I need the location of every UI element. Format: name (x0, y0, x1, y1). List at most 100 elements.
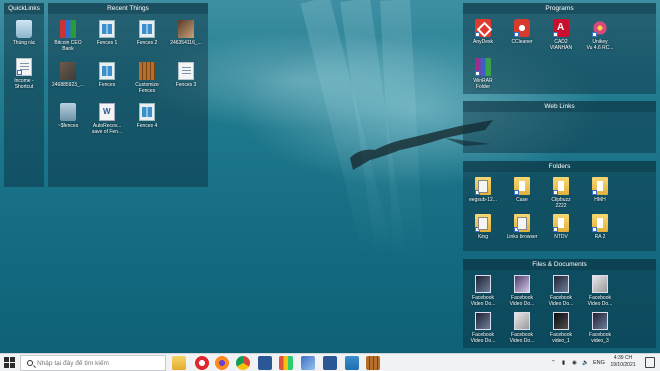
icon-label: VIANHAN (549, 45, 573, 51)
fences-icon (139, 20, 155, 38)
desktop-icon[interactable]: King (464, 214, 502, 240)
shortcut-arrow-icon (592, 32, 597, 37)
document-icon (60, 103, 76, 121)
icon-label: AnyDesk (472, 39, 493, 45)
fences-icon (99, 20, 115, 38)
image-icon (60, 62, 76, 80)
desktop-icon[interactable]: Facebook Video Do... (581, 275, 619, 307)
desktop-icon[interactable]: Links browser (503, 214, 541, 240)
windows-start-icon[interactable] (4, 357, 16, 369)
fence-title: QuickLinks (4, 3, 44, 14)
desktop-icon[interactable]: Facebook video_3 (581, 312, 619, 344)
fence-folders[interactable]: Folders eegsub-12... Case Clipbuzz 2222 … (463, 161, 656, 251)
desktop-icon[interactable]: ~$fences (49, 103, 87, 129)
desktop-icon[interactable]: Fences 1 (88, 20, 126, 46)
shortcut-arrow-icon (553, 227, 558, 232)
firefox-icon[interactable] (215, 356, 229, 370)
fence-programs[interactable]: Programs AnyDesk CCleaner CAD2 VIANHAN U… (463, 3, 656, 94)
desktop-icon[interactable]: WinRAR Folder (464, 58, 502, 90)
desktop-icon[interactable]: 246354116_... (167, 20, 205, 46)
system-clock[interactable]: 4:39 CH 19/10/2021 (606, 355, 640, 369)
desktop-icon[interactable]: Facebook Video Do... (464, 312, 502, 344)
desktop-icon-income-shortcut[interactable]: Income - Shortcut (5, 58, 43, 90)
battery-icon[interactable]: ▮ (562, 354, 565, 371)
folder-doc-icon (475, 177, 491, 195)
fences-taskbar-icon[interactable] (366, 356, 380, 370)
opera-icon[interactable] (195, 356, 209, 370)
chrome-icon[interactable] (236, 356, 250, 370)
icon-label: Video Do... (470, 301, 496, 307)
file-explorer-icon[interactable] (172, 356, 186, 370)
desktop-icon[interactable]: NTDV (542, 214, 580, 240)
desktop-icon[interactable]: Customize Fences (128, 62, 166, 94)
desktop-icon[interactable]: RA 2 (581, 214, 619, 240)
folder-doc-icon (475, 214, 491, 232)
icon-label: Video Do... (587, 301, 613, 307)
desktop-icon[interactable]: Facebook Video Do... (503, 312, 541, 344)
search-icon (27, 360, 33, 366)
folder-icon (592, 214, 608, 232)
folder-icon (553, 214, 569, 232)
icon-label: CCleaner (511, 39, 533, 45)
word-icon[interactable] (323, 356, 337, 370)
calendar-icon[interactable] (345, 356, 359, 370)
language-indicator[interactable]: ENG (593, 354, 605, 371)
network-icon[interactable]: ◉ (572, 354, 577, 371)
desktop-icon[interactable]: Case (503, 177, 541, 203)
desktop-icon[interactable]: Facebook video_1 (542, 312, 580, 344)
video-thumb-icon (553, 275, 569, 293)
shortcut-arrow-icon (475, 71, 480, 76)
fence-recent-things[interactable]: Recent Things Bitcoin CEO Bank Fences 1 … (48, 3, 208, 187)
desktop-icon[interactable]: 246885923_... (49, 62, 87, 88)
folder-icon (553, 177, 569, 195)
icon-label: Folder (475, 84, 491, 90)
desktop-icon[interactable]: Bitcoin CEO Bank (49, 20, 87, 52)
desktop-icon[interactable]: eegsub-12... (464, 177, 502, 203)
taskbar-search[interactable] (20, 355, 166, 371)
desktop-icon[interactable]: Unikey Vu 4.6 RC... (581, 19, 619, 51)
desktop-icon[interactable]: Clipbuzz 2222 (542, 177, 580, 209)
icon-label: Case (516, 197, 528, 203)
fences-icon (139, 103, 155, 121)
ccleaner-icon (514, 19, 530, 37)
desktop-icon[interactable]: Fences (88, 62, 126, 88)
video-thumb-icon (475, 275, 491, 293)
folder-icon (514, 177, 530, 195)
fence-quicklinks[interactable]: QuickLinks Thùng rác Income - Shortcut (4, 3, 44, 187)
tray-chevron-icon[interactable]: ⌃ (551, 354, 556, 371)
desktop-icon[interactable]: Facebook Video Do... (542, 275, 580, 307)
taskbar: ⌃ ▮ ◉ 🔈 ENG 4:39 CH 19/10/2021 (0, 353, 660, 371)
desktop-icon[interactable]: Fences 3 (167, 62, 205, 88)
icon-label: 246354116_... (170, 40, 202, 46)
autocad-icon (553, 19, 569, 37)
app-icon[interactable] (258, 356, 272, 370)
paint-icon[interactable] (279, 356, 293, 370)
icon-label: Vu 4.6 RC... (586, 45, 614, 51)
desktop-icon[interactable]: Facebook Video Do... (464, 275, 502, 307)
desktop-icon[interactable]: AutoRecov... save of Fen... (88, 103, 126, 135)
icon-label: Fences 3 (175, 82, 197, 88)
folder-doc-icon (514, 214, 530, 232)
clock-date: 19/10/2021 (610, 362, 636, 368)
volume-icon[interactable]: 🔈 (582, 354, 589, 371)
fence-files-documents[interactable]: Files & Documents Facebook Video Do... F… (463, 259, 656, 348)
desktop-icon[interactable]: CAD2 VIANHAN (542, 19, 580, 51)
icon-label: Shortcut (14, 84, 34, 90)
notification-icon[interactable] (645, 357, 655, 368)
folder-icon (592, 177, 608, 195)
video-thumb-icon (592, 275, 608, 293)
icon-label: ~$fences (57, 123, 79, 129)
shortcut-arrow-icon (514, 32, 519, 37)
desktop-icon[interactable]: HMH (581, 177, 619, 203)
desktop-icon[interactable]: AnyDesk (464, 19, 502, 45)
search-input[interactable] (37, 357, 162, 369)
snipping-icon[interactable] (301, 356, 315, 370)
shortcut-arrow-icon (553, 32, 558, 37)
desktop-icon-recycle-bin[interactable]: Thùng rác (5, 20, 43, 46)
desktop-icon[interactable]: Facebook Video Do... (503, 275, 541, 307)
desktop-icon[interactable]: Fences 4 (128, 103, 166, 129)
video-thumb-icon (514, 312, 530, 330)
desktop-icon[interactable]: Fences 2 (128, 20, 166, 46)
fence-web-links[interactable]: Web Links (463, 101, 656, 153)
desktop-icon[interactable]: CCleaner (503, 19, 541, 45)
